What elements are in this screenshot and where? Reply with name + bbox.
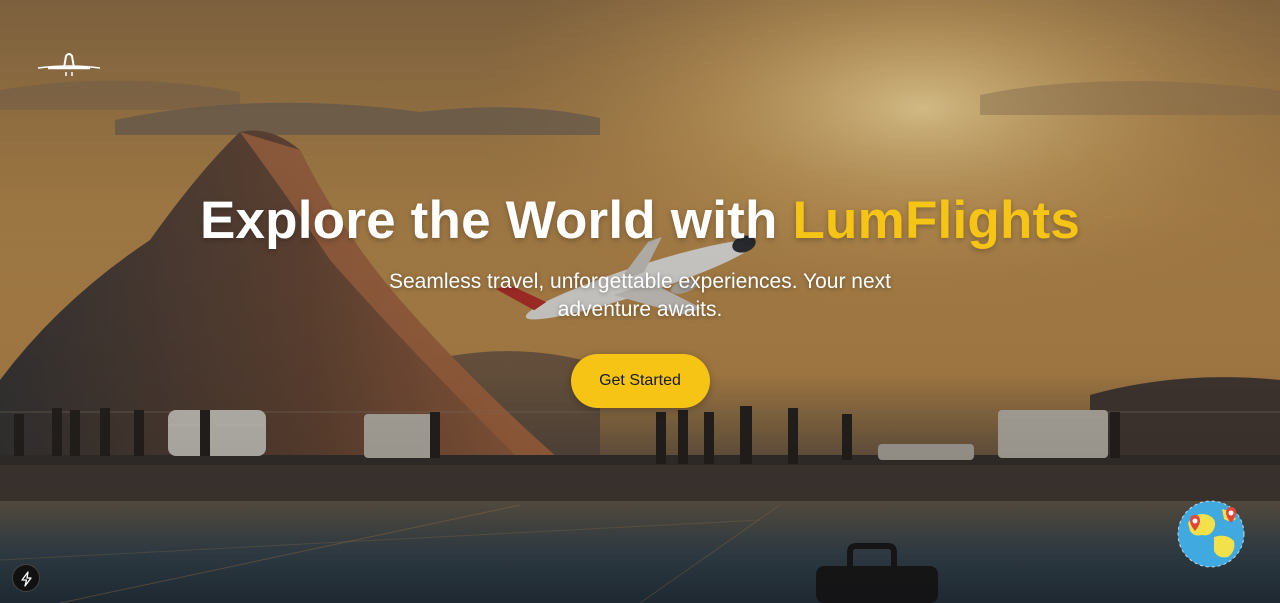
lightning-bolt-icon: [21, 571, 32, 587]
airplane-logo-icon[interactable]: [36, 50, 102, 78]
headline-brand: LumFlights: [792, 191, 1081, 250]
dev-tools-button[interactable]: [12, 564, 40, 592]
hero-headline: Explore the World with LumFlights: [0, 188, 1280, 254]
hero-subtitle: Seamless travel, unforgettable experienc…: [389, 270, 891, 321]
headline-text: Explore the World with: [199, 191, 793, 250]
hero-content: Explore the World with LumFlights Seamle…: [0, 188, 1280, 408]
hero-section: Explore the World with LumFlights Seamle…: [0, 0, 1280, 603]
globe-map-pins-icon[interactable]: [1174, 497, 1248, 571]
get-started-button[interactable]: Get Started: [570, 354, 710, 408]
